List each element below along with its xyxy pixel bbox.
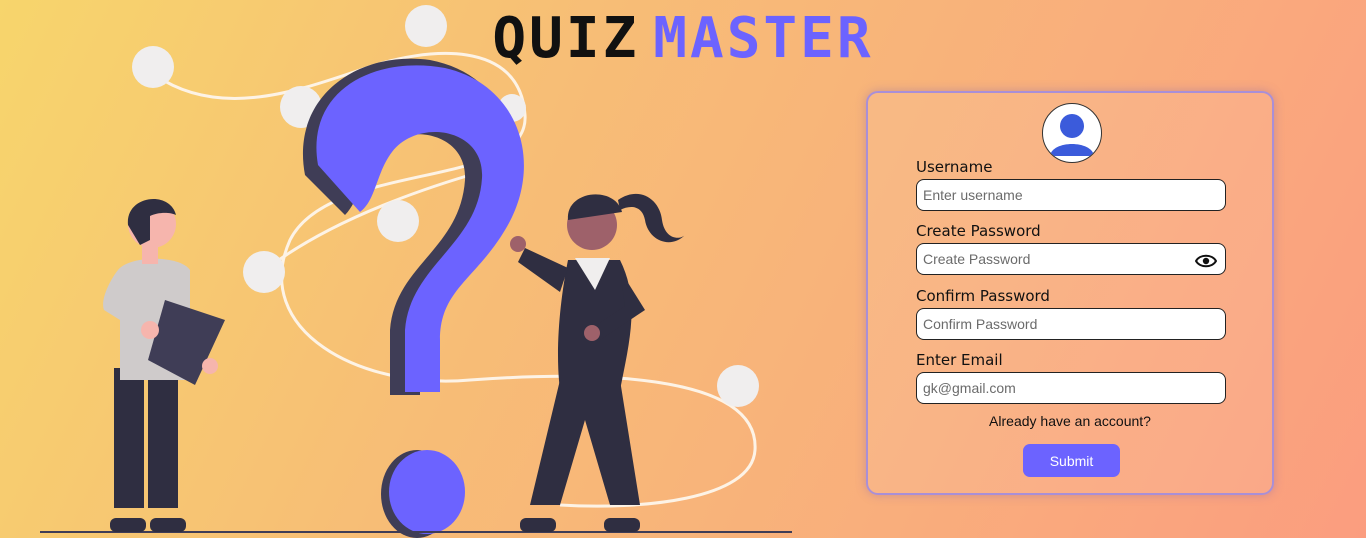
decorative-bubble — [377, 200, 419, 242]
confirm-password-label: Confirm Password — [916, 287, 1050, 305]
decorative-bubble — [132, 46, 174, 88]
submit-button[interactable]: Submit — [1023, 444, 1120, 477]
user-avatar-icon — [1042, 103, 1102, 163]
decorative-bubble — [405, 5, 447, 47]
question-mark-dot — [389, 450, 465, 534]
create-password-input[interactable] — [916, 243, 1226, 275]
person-with-tablet — [103, 198, 225, 532]
create-password-label: Create Password — [916, 222, 1041, 240]
question-mark — [316, 65, 524, 392]
username-input[interactable] — [916, 179, 1226, 211]
person-pointing — [510, 193, 685, 532]
login-link[interactable]: Already have an account? — [868, 413, 1272, 429]
decorative-bubble — [243, 251, 285, 293]
signup-page: QUIZ MASTER Username Enter username Crea… — [0, 0, 1366, 538]
email-label: Enter Email — [916, 351, 1003, 369]
username-label: Username — [916, 158, 993, 176]
decorative-bubble — [717, 365, 759, 407]
eye-icon[interactable] — [1194, 253, 1218, 269]
email-input[interactable] — [916, 372, 1226, 404]
quiz-illustration — [40, 5, 792, 538]
signup-form-card: Username Create Password Confirm Passwor… — [866, 91, 1274, 495]
confirm-password-input[interactable] — [916, 308, 1226, 340]
